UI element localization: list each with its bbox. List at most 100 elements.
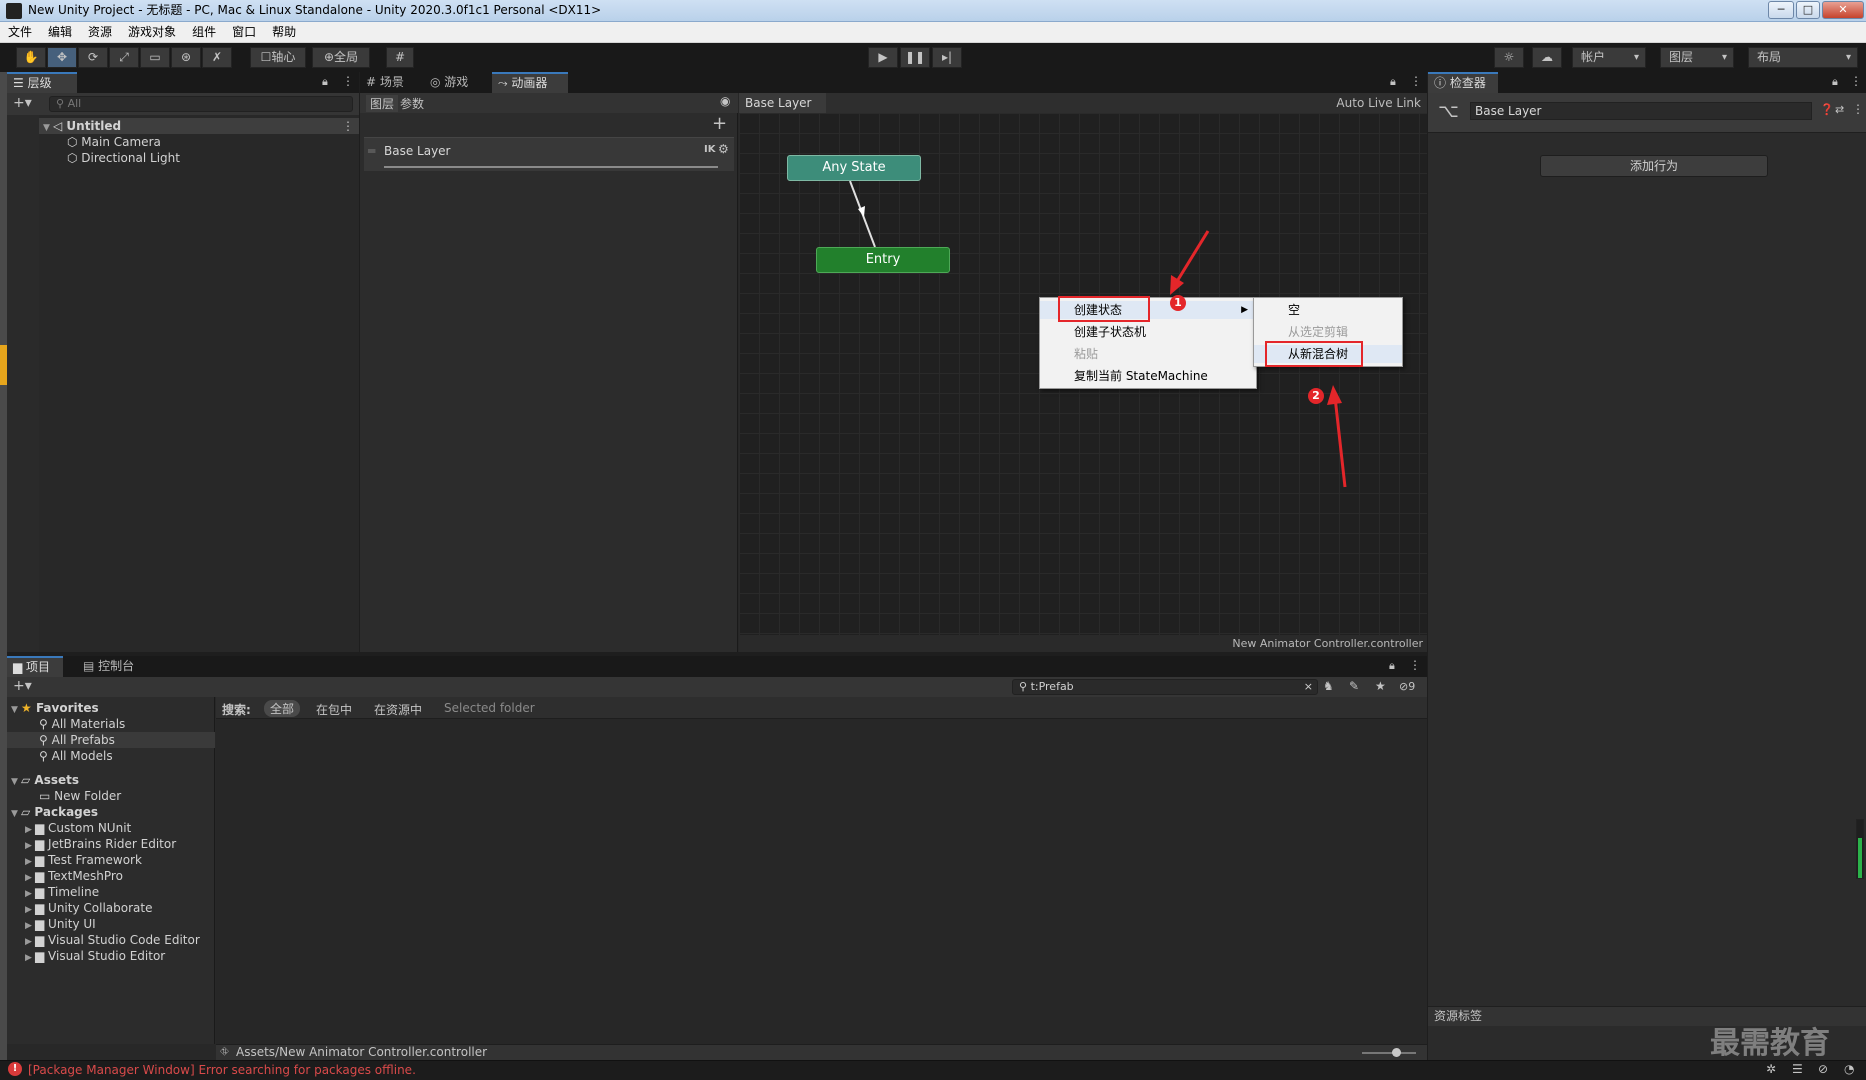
kebab-menu-icon[interactable]: ⋮	[1410, 74, 1422, 88]
tree-all-materials[interactable]: ⚲ All Materials	[39, 717, 125, 732]
zoom-slider-thumb[interactable]	[1392, 1048, 1401, 1057]
tree-all-models[interactable]: ⚲ All Models	[39, 749, 113, 764]
add-dropdown-icon[interactable]: +▾	[13, 95, 32, 111]
tab-inspector[interactable]: ⓘ 检查器	[1428, 72, 1498, 93]
tree-package-item[interactable]: ▶ ▆ TextMeshPro	[25, 869, 123, 886]
subtab-layers[interactable]: 图层	[366, 95, 399, 112]
minimize-button[interactable]: ─	[1768, 1, 1794, 19]
subtab-parameters[interactable]: 参数	[400, 95, 424, 112]
scene-kebab-icon[interactable]: ⋮	[342, 119, 354, 133]
tree-new-folder[interactable]: ▭ New Folder	[39, 789, 121, 804]
tree-package-item[interactable]: ▶ ▆ Unity Collaborate	[25, 901, 152, 918]
menu-window[interactable]: 窗口	[224, 22, 264, 42]
preset-icon[interactable]: ⇄	[1835, 103, 1844, 116]
tab-scene[interactable]: # 场景	[360, 72, 422, 93]
account-dropdown[interactable]: 帐户	[1572, 47, 1646, 68]
pivot-toggle[interactable]: ☐轴心	[250, 47, 306, 68]
kebab-menu-icon[interactable]: ⋮	[342, 74, 354, 88]
create-dropdown-icon[interactable]: +▾	[13, 678, 32, 694]
play-button[interactable]: ▶	[868, 47, 898, 68]
lock-icon[interactable]: 🔒︎	[1832, 75, 1838, 89]
tab-console[interactable]: ▤ 控制台	[77, 656, 151, 677]
node-any-state[interactable]: Any State	[787, 155, 921, 181]
kebab-menu-icon[interactable]: ⋮	[1409, 658, 1421, 672]
kebab-menu-icon[interactable]: ⋮	[1850, 74, 1862, 88]
hidden-packages-toggle[interactable]: ⊘9	[1399, 680, 1415, 693]
grid-snap-button[interactable]: #	[386, 47, 414, 68]
menu-help[interactable]: 帮助	[264, 22, 304, 42]
status-message[interactable]: [Package Manager Window] Error searching…	[28, 1063, 416, 1077]
menu-gameobject[interactable]: 游戏对象	[120, 22, 184, 42]
gameobject-icon: ⬡	[67, 135, 82, 149]
lock-icon[interactable]: 🔒︎	[1390, 75, 1396, 89]
project-search-input[interactable]: ⚲ t:Prefab ×	[1012, 679, 1318, 695]
add-layer-button[interactable]: +	[712, 113, 727, 134]
cache-icon[interactable]: ☰	[1792, 1062, 1803, 1076]
tree-package-item[interactable]: ▶ ▆ Custom NUnit	[25, 821, 131, 838]
autogen-icon[interactable]: ⊘	[1818, 1062, 1828, 1076]
inspector-kebab-icon[interactable]: ⋮	[1852, 102, 1864, 116]
search-icon: ⚲	[39, 733, 52, 747]
layer-row[interactable]: ═ Base Layer IK ⚙	[364, 137, 734, 171]
transform-tool-button[interactable]: ⊛	[171, 47, 201, 68]
tab-hierarchy[interactable]: ☰ 层级	[7, 72, 77, 93]
tab-project[interactable]: ▆ 项目	[7, 656, 63, 677]
menu-file[interactable]: 文件	[0, 22, 40, 42]
hierarchy-item-main-camera[interactable]: ⬡ Main Camera	[67, 135, 161, 150]
close-button[interactable]: ✕	[1822, 1, 1864, 19]
drag-handle-icon[interactable]: ═	[368, 144, 375, 158]
tree-package-item[interactable]: ▶ ▆ Test Framework	[25, 853, 142, 870]
bug-icon[interactable]: ✲	[1766, 1062, 1776, 1076]
hierarchy-item-directional-light[interactable]: ⬡ Directional Light	[67, 151, 180, 166]
tree-packages[interactable]: ▼ ▱ Packages	[11, 805, 98, 822]
scene-item[interactable]: ▼ ◁ Untitled	[43, 119, 121, 136]
lock-icon[interactable]: 🔒︎	[1389, 659, 1395, 673]
tree-assets[interactable]: ▼ ▱ Assets	[11, 773, 79, 790]
custom-tool-button[interactable]: ✗	[202, 47, 232, 68]
move-tool-button[interactable]: ✥	[47, 47, 77, 68]
tree-all-prefabs[interactable]: ⚲ All Prefabs	[39, 733, 115, 748]
tab-game[interactable]: ◎ 游戏	[424, 72, 488, 93]
clear-search-icon[interactable]: ×	[1304, 680, 1313, 694]
global-toggle[interactable]: ⊕全局	[312, 47, 370, 68]
pause-button[interactable]: ❚❚	[900, 47, 930, 68]
search-by-type-icon[interactable]: ♞	[1323, 679, 1334, 693]
scope-selected-folder[interactable]: Selected folder	[444, 701, 535, 715]
add-behaviour-button[interactable]: 添加行为	[1540, 155, 1768, 177]
tab-animator[interactable]: ⤳ 动画器	[492, 72, 568, 93]
rect-tool-button[interactable]: ▭	[140, 47, 170, 68]
maximize-button[interactable]: □	[1796, 1, 1820, 19]
inspector-name-field[interactable]: Base Layer	[1470, 102, 1812, 120]
node-entry[interactable]: Entry	[816, 247, 950, 273]
collab-button[interactable]: ☼	[1494, 47, 1524, 68]
lock-icon[interactable]: 🔒︎	[322, 75, 328, 89]
cloud-button[interactable]: ☁	[1532, 47, 1562, 68]
hierarchy-search-input[interactable]: ⚲ All	[49, 96, 353, 112]
zoom-slider-track[interactable]	[1362, 1052, 1416, 1054]
search-by-label-icon[interactable]: ✎	[1349, 679, 1359, 693]
tree-favorites[interactable]: ▼ ★ Favorites	[11, 701, 99, 718]
menu-edit[interactable]: 编辑	[40, 22, 80, 42]
favorite-star-icon[interactable]: ★	[1375, 679, 1386, 693]
tree-package-item[interactable]: ▶ ▆ Timeline	[25, 885, 99, 902]
scope-in-assets[interactable]: 在资源中	[374, 701, 422, 718]
layers-subtabs: 图层 参数 ◉	[360, 93, 738, 113]
gear-icon[interactable]: ⚙	[718, 142, 729, 156]
tree-package-item[interactable]: ▶ ▆ Visual Studio Code Editor	[25, 933, 200, 950]
menu-assets[interactable]: 资源	[80, 22, 120, 42]
eye-icon[interactable]: ◉	[720, 94, 730, 108]
rotate-tool-button[interactable]: ⟳	[78, 47, 108, 68]
menu-component[interactable]: 组件	[184, 22, 224, 42]
hand-tool-button[interactable]: ✋	[16, 47, 46, 68]
layout-dropdown[interactable]: 布局	[1748, 47, 1858, 68]
scope-in-packages[interactable]: 在包中	[316, 701, 352, 718]
help-icon[interactable]: ❓	[1820, 103, 1834, 116]
scope-all[interactable]: 全部	[264, 700, 301, 717]
tree-package-item[interactable]: ▶ ▆ Visual Studio Editor	[25, 949, 165, 966]
tree-package-item[interactable]: ▶ ▆ JetBrains Rider Editor	[25, 837, 176, 854]
step-button[interactable]: ▸|	[932, 47, 962, 68]
progress-icon[interactable]: ◔	[1844, 1062, 1854, 1076]
tree-package-item[interactable]: ▶ ▆ Unity UI	[25, 917, 96, 934]
layers-dropdown[interactable]: 图层	[1660, 47, 1734, 68]
scale-tool-button[interactable]: ⤢	[109, 47, 139, 68]
